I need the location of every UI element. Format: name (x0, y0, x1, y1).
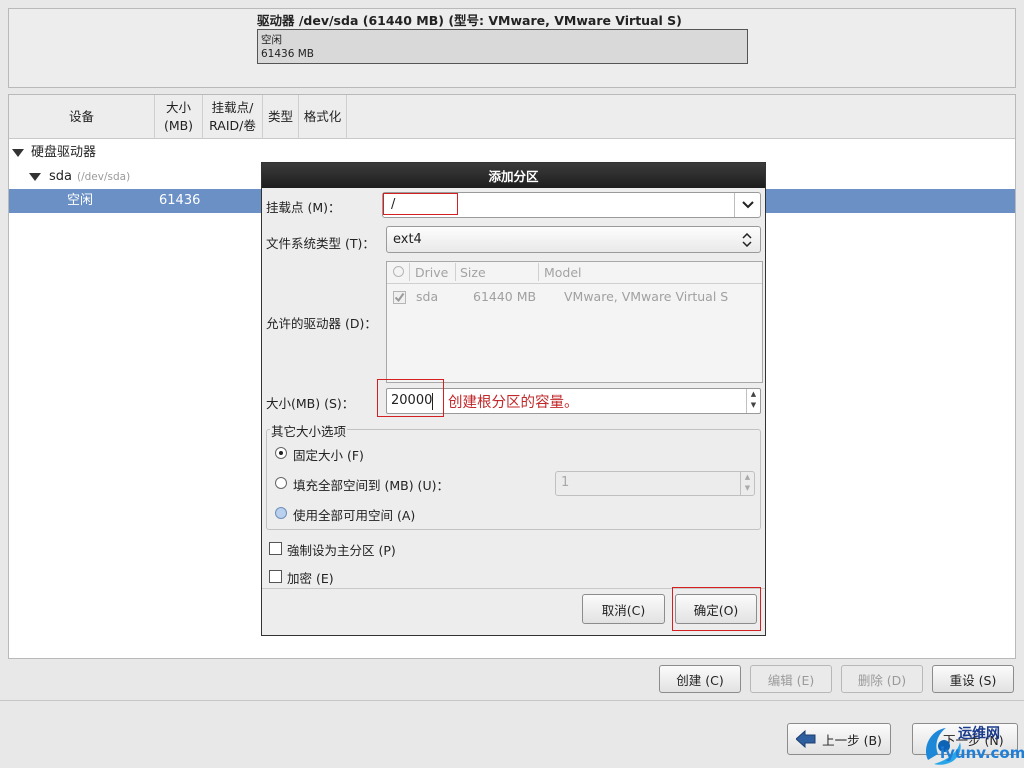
fs-type-value: ext4 (393, 232, 422, 247)
primary-partition-checkbox[interactable] (269, 542, 282, 555)
mount-point-dropdown-button[interactable] (734, 193, 760, 217)
fill-to-label[interactable]: 填充全部空间到 (MB) (U)： (293, 475, 449, 494)
watermark-name: 运维网 (958, 726, 1000, 742)
col-divider (409, 263, 410, 281)
annotation-box-ok (672, 587, 761, 631)
column-header-device[interactable]: 设备 (9, 95, 155, 139)
drive-free-space-bar[interactable]: 空闲 61436 MB (257, 29, 748, 64)
fill-to-spinbox[interactable]: 1 ▲ ▼ (555, 471, 755, 496)
edit-button[interactable]: 编辑 (E) (750, 665, 832, 693)
free-space-size: 61436 (159, 193, 201, 208)
create-button[interactable]: 创建 (C) (659, 665, 741, 693)
drive-bar-size: 61436 MB (261, 48, 315, 60)
radio-fill-all[interactable] (275, 507, 287, 519)
cancel-button[interactable]: 取消(C) (582, 594, 665, 624)
radio-fill-to[interactable] (275, 477, 287, 489)
allowed-drives-table[interactable]: Drive Size Model sda 61440 MB VMware, VM… (386, 261, 763, 383)
watermark-url: iyunv.com (940, 744, 1024, 762)
fill-to-spin-buttons[interactable]: ▲ ▼ (740, 472, 754, 495)
encrypt-checkbox[interactable] (269, 570, 282, 583)
drives-header-model[interactable]: Model (544, 265, 582, 280)
tree-label-hard-drives: 硬盘驱动器 (31, 145, 97, 160)
free-space-device: 空闲 (67, 193, 94, 208)
encrypt-label[interactable]: 加密 (E) (287, 568, 334, 587)
primary-partition-label[interactable]: 強制设为主分区 (P) (287, 540, 396, 559)
site-watermark: 运维网 iyunv.com (920, 720, 1024, 768)
radio-fixed-size[interactable] (275, 447, 287, 459)
drive-name: sda (416, 289, 439, 304)
updown-chevron-icon (742, 233, 752, 247)
fs-type-select[interactable]: ext4 (386, 226, 761, 253)
drive-model: VMware, VMware Virtual S (564, 289, 729, 304)
add-partition-dialog: 添加分区 挂载点 (M)： / 文件系统类型 (T)： ext4 允许的驱动器 … (261, 162, 766, 636)
expander-down-icon[interactable] (12, 149, 24, 157)
back-button[interactable]: 上一步 (B) (787, 723, 891, 755)
fill-to-value: 1 (561, 475, 570, 490)
checkmark-icon (394, 292, 405, 303)
back-button-label: 上一步 (B) (822, 732, 882, 748)
dialog-title: 添加分区 (262, 163, 765, 188)
column-header-type[interactable]: 类型 (263, 95, 299, 139)
column-header-filler (347, 95, 1015, 139)
drive-checkbox[interactable] (393, 291, 406, 304)
drive-size: 61440 MB (473, 289, 537, 304)
drives-table-header: Drive Size Model (387, 262, 762, 284)
size-spin-buttons[interactable]: ▲ ▼ (746, 389, 760, 413)
drives-header-drive[interactable]: Drive (415, 265, 448, 280)
tree-label-sda: sda (49, 169, 72, 184)
delete-button[interactable]: 删除 (D) (841, 665, 923, 693)
annotation-box-size (377, 379, 444, 417)
tree-label-sda-path: (/dev/sda) (77, 171, 131, 183)
mount-point-label: 挂载点 (M)： (266, 200, 341, 215)
drive-title: 驱动器 /dev/sda (61440 MB) (型号: VMware, VMw… (257, 13, 682, 28)
column-header-mount[interactable]: 挂载点/ RAID/卷 (203, 95, 263, 139)
arrow-left-icon (796, 730, 816, 748)
column-header-format[interactable]: 格式化 (299, 95, 347, 139)
fs-type-label: 文件系统类型 (T)： (266, 236, 375, 251)
expander-down-icon[interactable] (29, 173, 41, 181)
reset-button[interactable]: 重设 (S) (932, 665, 1014, 693)
drives-header-size[interactable]: Size (460, 265, 486, 280)
drives-table-row[interactable]: sda 61440 MB VMware, VMware Virtual S (387, 286, 762, 310)
fill-all-label[interactable]: 使用全部可用空间 (A) (293, 505, 415, 524)
size-annotation: 创建根分区的容量。 (448, 395, 579, 411)
separator (0, 700, 1024, 701)
col-divider (538, 263, 539, 281)
annotation-box-mount (383, 193, 458, 215)
fixed-size-label[interactable]: 固定大小 (F) (293, 445, 364, 464)
column-header-size[interactable]: 大小 (MB) (155, 95, 203, 139)
chevron-down-icon (741, 201, 754, 209)
drive-bar-label: 空闲 (261, 34, 282, 46)
col-divider (455, 263, 456, 281)
radio-header-icon (393, 266, 404, 277)
other-size-options-legend: 其它大小选项 (270, 421, 348, 440)
allowed-drives-label: 允许的驱动器 (D)： (266, 316, 377, 331)
size-label: 大小(MB) (S)： (266, 396, 355, 411)
